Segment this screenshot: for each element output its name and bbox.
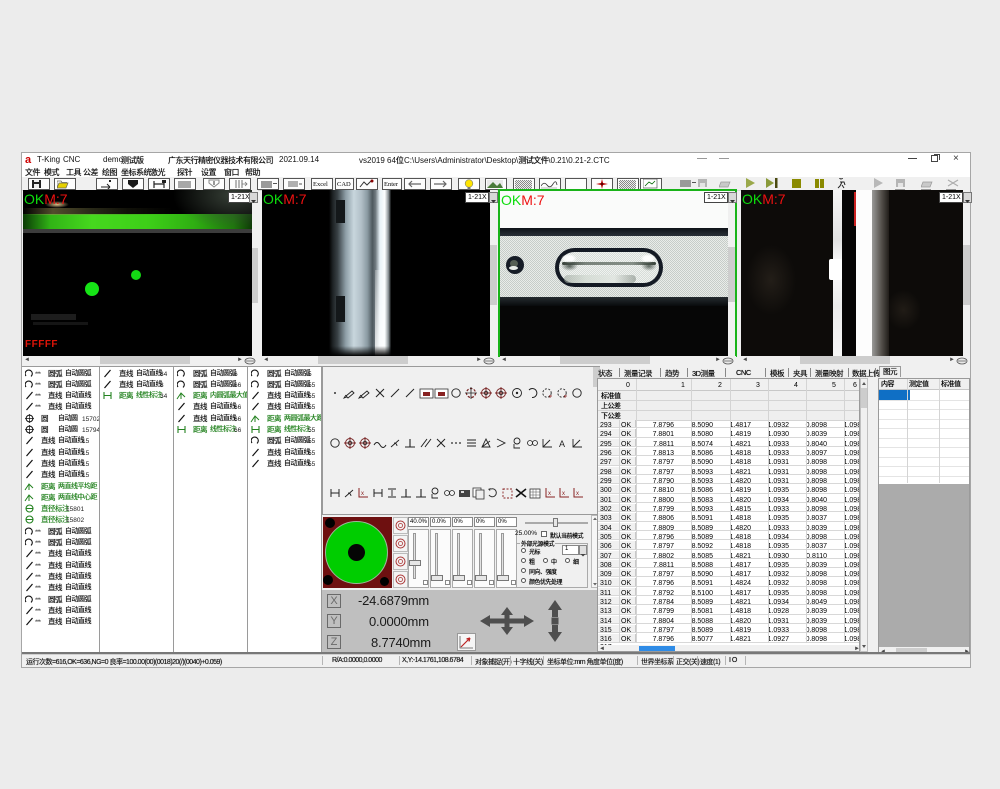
svg-text:x: x: [361, 491, 364, 497]
svg-text:x: x: [562, 491, 565, 497]
svg-text:x: x: [576, 491, 579, 497]
svg-text:x: x: [548, 491, 551, 497]
svg-text:A: A: [559, 439, 565, 449]
